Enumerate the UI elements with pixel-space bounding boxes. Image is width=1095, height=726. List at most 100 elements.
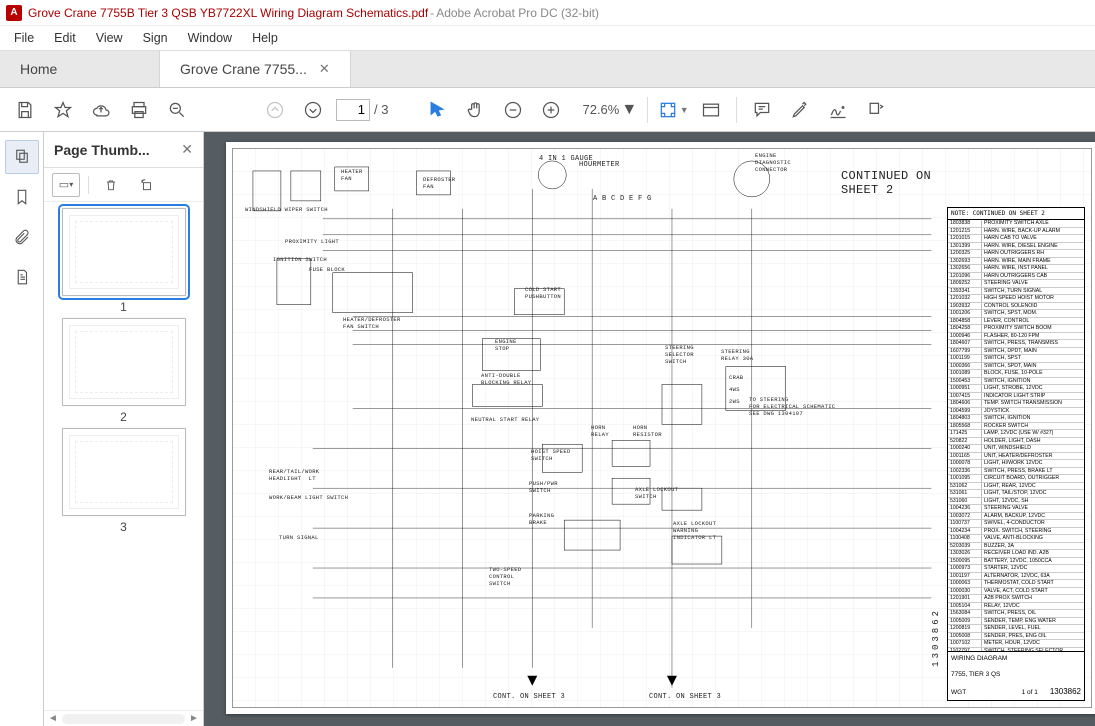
parts-row: 1803838PROXIMITY SWITCH AXLE [948, 220, 1084, 228]
thumbnail-title: Page Thumb... [54, 142, 150, 158]
parts-row: 1000240UNIT, WINDSHIELD [948, 445, 1084, 453]
parts-row: 1001165UNIT, HEATER/DEFROSTER [948, 453, 1084, 461]
thumbnail-page-3[interactable]: 3 [59, 428, 189, 534]
comment-icon[interactable] [743, 91, 781, 129]
tab-document[interactable]: Grove Crane 7755... ✕ [160, 51, 351, 87]
parts-row: 1804258PROXIMITY SWITCH BOOM [948, 325, 1084, 333]
tab-close-icon[interactable]: ✕ [319, 61, 330, 77]
parts-row: 1000973STARTER, 12VDC [948, 565, 1084, 573]
tab-home[interactable]: Home [0, 51, 160, 87]
window-app-name: Adobe Acrobat Pro DC (32-bit) [436, 6, 599, 20]
parts-row: 1500095BATTERY, 12VDC, 1050CCA [948, 558, 1084, 566]
cloud-upload-icon[interactable] [82, 91, 120, 129]
window-title: Grove Crane 7755B Tier 3 QSB YB7722XL Wi… [28, 6, 428, 20]
parts-row: 1903932CONTROL SOLENOID [948, 303, 1084, 311]
parts-row: 1804606TEMP. SWITCH TRANSMISSION [948, 400, 1084, 408]
hand-tool-icon[interactable] [456, 91, 494, 129]
pointer-tool-icon[interactable] [418, 91, 456, 129]
read-mode-icon[interactable] [692, 91, 730, 129]
parts-row: 1004234PROX. SWITCH, STEERING [948, 528, 1084, 536]
parts-row: 1007415INDICATOR LIGHT STRIP [948, 393, 1084, 401]
parts-row: 5203039BUZZER, 3A [948, 543, 1084, 551]
star-icon[interactable] [44, 91, 82, 129]
parts-row: 1001206SWITCH, SPST, MOM. [948, 310, 1084, 318]
parts-row: 1005008SENDER, PRES, ENG OIL [948, 633, 1084, 641]
menu-file[interactable]: File [4, 28, 44, 48]
zoom-level-dropdown[interactable]: 72.6%▼ [570, 101, 641, 119]
thumbnail-panel: Page Thumb... ✕ ▭▾ 1 2 3 ◄► [44, 132, 204, 726]
zoom-out-icon[interactable] [494, 91, 532, 129]
parts-row: 1000030VALVE, ACT, COLD START [948, 588, 1084, 596]
thumb-rotate-icon[interactable] [133, 173, 161, 197]
tabbar: Home Grove Crane 7755... ✕ [0, 50, 1095, 88]
menu-help[interactable]: Help [242, 28, 288, 48]
parts-row: 1607799SWITCH, DPDT, MAIN [948, 348, 1084, 356]
rail-thumbnails-icon[interactable] [5, 140, 39, 174]
parts-row: 531062LIGHT, REAR, 12VDC [948, 483, 1084, 491]
nav-rail [0, 132, 44, 726]
zoom-in-icon[interactable] [532, 91, 570, 129]
parts-row: 1001095CIRCUIT BOARD, OUTRIGGER [948, 475, 1084, 483]
parts-row: 1000951LIGHT, STROBE, 12VDC [948, 385, 1084, 393]
parts-row: 1005009SENDER, TEMP, ENG WATER [948, 618, 1084, 626]
parts-row: 1005104RELAY, 12VDC [948, 603, 1084, 611]
rail-document-icon[interactable] [5, 260, 39, 294]
page-down-icon[interactable] [294, 91, 332, 129]
thumbnail-page-1[interactable]: 1 [59, 208, 189, 314]
thumbnail-close-icon[interactable]: ✕ [181, 141, 193, 158]
thumbnail-header: Page Thumb... ✕ [44, 132, 203, 168]
parts-row: 1002336SWITCH, PRESS, BRAKE LT [948, 468, 1084, 476]
toolbar: / 3 72.6%▼ ▼ [0, 88, 1095, 132]
label-continued-sheet2: CONTINUED ON SHEET 2 [841, 169, 931, 197]
parts-row: 1804803SWITCH, IGNITION [948, 415, 1084, 423]
thumbnail-toolbar: ▭▾ [44, 168, 203, 202]
parts-row: 531061LIGHT, TAIL/STOP, 12VDC [948, 490, 1084, 498]
parts-row: 171425LAMP, 12VDC (USE W/ #327) [948, 430, 1084, 438]
parts-row: 1804858LEVER, CONTROL [948, 318, 1084, 326]
thumb-delete-icon[interactable] [97, 173, 125, 197]
thumbnail-page-2[interactable]: 2 [59, 318, 189, 424]
pdf-page: CONTINUED ON SHEET 2 4 IN 1 GAUGE HOURME… [226, 142, 1095, 714]
parts-row: 1809252STEERING VALVE [948, 280, 1084, 288]
highlight-icon[interactable] [781, 91, 819, 129]
fit-page-icon[interactable]: ▼ [654, 91, 692, 129]
parts-row: 1303026RECEIVER LOAD IND. A2B [948, 550, 1084, 558]
label-cont-sheet3-a: CONT. ON SHEET 3 [493, 693, 565, 701]
parts-row: 1000366SWITCH, SPDT, MAIN [948, 363, 1084, 371]
parts-row: 1000078LIGHT, HI/WORK 12VDC [948, 460, 1084, 468]
thumbnail-hscroll[interactable]: ◄► [44, 710, 203, 726]
stamp-icon[interactable] [857, 91, 895, 129]
parts-row: 1100408VALVE, ANTI-BLOCKING [948, 535, 1084, 543]
parts-row: 1201015HARN CAB TO VALVE [948, 235, 1084, 243]
parts-row: 1001199SWITCH, SPST [948, 355, 1084, 363]
body: Page Thumb... ✕ ▭▾ 1 2 3 ◄► [0, 132, 1095, 726]
sign-icon[interactable] [819, 91, 857, 129]
print-icon[interactable] [120, 91, 158, 129]
save-icon[interactable] [6, 91, 44, 129]
parts-row: 1201032HIGH SPEED HOIST MOTOR [948, 295, 1084, 303]
rail-attachment-icon[interactable] [5, 220, 39, 254]
parts-row: 1302656HARN. WIRE, INST PANEL [948, 265, 1084, 273]
menu-edit[interactable]: Edit [44, 28, 86, 48]
find-icon[interactable] [158, 91, 196, 129]
title-block: WIRING DIAGRAM 7755, TIER 3 QS WGT1 of 1… [947, 651, 1085, 701]
menu-window[interactable]: Window [178, 28, 242, 48]
acrobat-app-icon: A [6, 5, 22, 21]
chevron-down-icon: ▼ [621, 101, 637, 119]
drawing-number-side: 1303862 [931, 608, 941, 667]
page-number-input[interactable] [336, 99, 370, 121]
parts-row: 1301399HARN. WIRE, DIESEL ENGINE [948, 243, 1084, 251]
parts-row: 520822HOLDER, LIGHT, DASH [948, 438, 1084, 446]
rail-bookmark-icon[interactable] [5, 180, 39, 214]
parts-row: 1004599JOYSTICK [948, 408, 1084, 416]
parts-row: 1201096HARN OUTRIGGERS CAB [948, 273, 1084, 281]
parts-row: 1200325HARN OUTRIGGERS RH [948, 250, 1084, 258]
parts-row: 1100737SWIVEL, 4-CONDUCTOR [948, 520, 1084, 528]
menu-view[interactable]: View [86, 28, 133, 48]
parts-row: 1200819SENDER, LEVEL, FUEL [948, 625, 1084, 633]
menu-sign[interactable]: Sign [133, 28, 178, 48]
thumb-options-icon[interactable]: ▭▾ [52, 173, 80, 197]
page-up-icon[interactable] [256, 91, 294, 129]
parts-row: 1004236STEERING VALVE [948, 505, 1084, 513]
document-view[interactable]: CONTINUED ON SHEET 2 4 IN 1 GAUGE HOURME… [204, 132, 1095, 726]
